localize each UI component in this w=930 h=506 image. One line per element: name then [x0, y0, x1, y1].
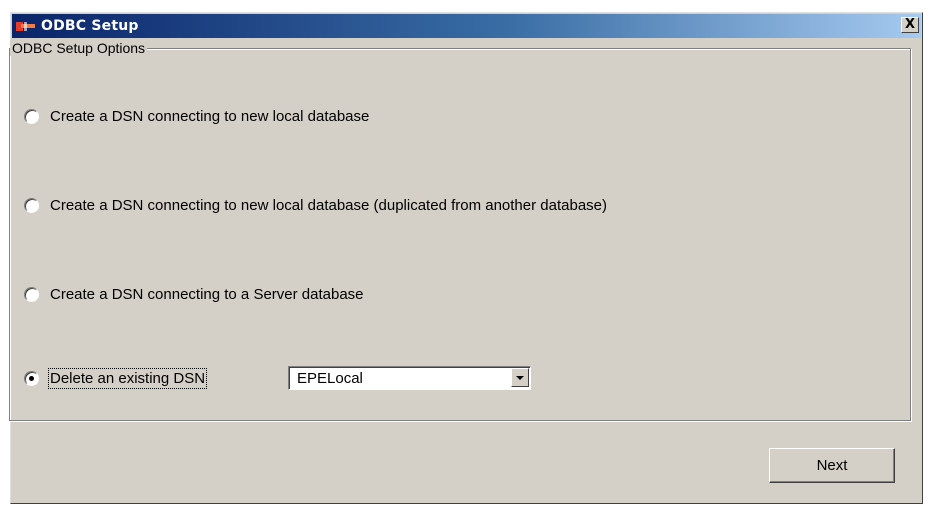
dsn-select[interactable]: EPELocal — [288, 366, 531, 390]
option-label[interactable]: Delete an existing DSN — [47, 368, 208, 389]
title-bar[interactable]: ODBC Setup X — [12, 14, 921, 38]
option-delete-dsn[interactable]: Delete an existing DSN — [24, 368, 208, 389]
groupbox-label: ODBC Setup Options — [10, 40, 148, 56]
option-server-db[interactable]: Create a DSN connecting to a Server data… — [24, 286, 364, 303]
dsn-select-value: EPELocal — [297, 370, 363, 387]
radio-server-db[interactable] — [24, 287, 39, 302]
option-label[interactable]: Create a DSN connecting to new local dat… — [50, 108, 369, 125]
option-new-local-db[interactable]: Create a DSN connecting to new local dat… — [24, 108, 369, 125]
option-label[interactable]: Create a DSN connecting to new local dat… — [50, 197, 607, 214]
option-duplicate-local-db[interactable]: Create a DSN connecting to new local dat… — [24, 197, 607, 214]
radio-delete-dsn[interactable] — [24, 371, 39, 386]
option-label[interactable]: Create a DSN connecting to a Server data… — [50, 286, 364, 303]
radio-new-local-db[interactable] — [24, 109, 39, 124]
radio-duplicate-local-db[interactable] — [24, 198, 39, 213]
app-logo-icon — [16, 21, 36, 32]
next-button[interactable]: Next — [769, 448, 895, 483]
window-title: ODBC Setup — [41, 18, 139, 34]
chevron-down-icon[interactable] — [511, 368, 529, 387]
close-button[interactable]: X — [901, 17, 919, 33]
